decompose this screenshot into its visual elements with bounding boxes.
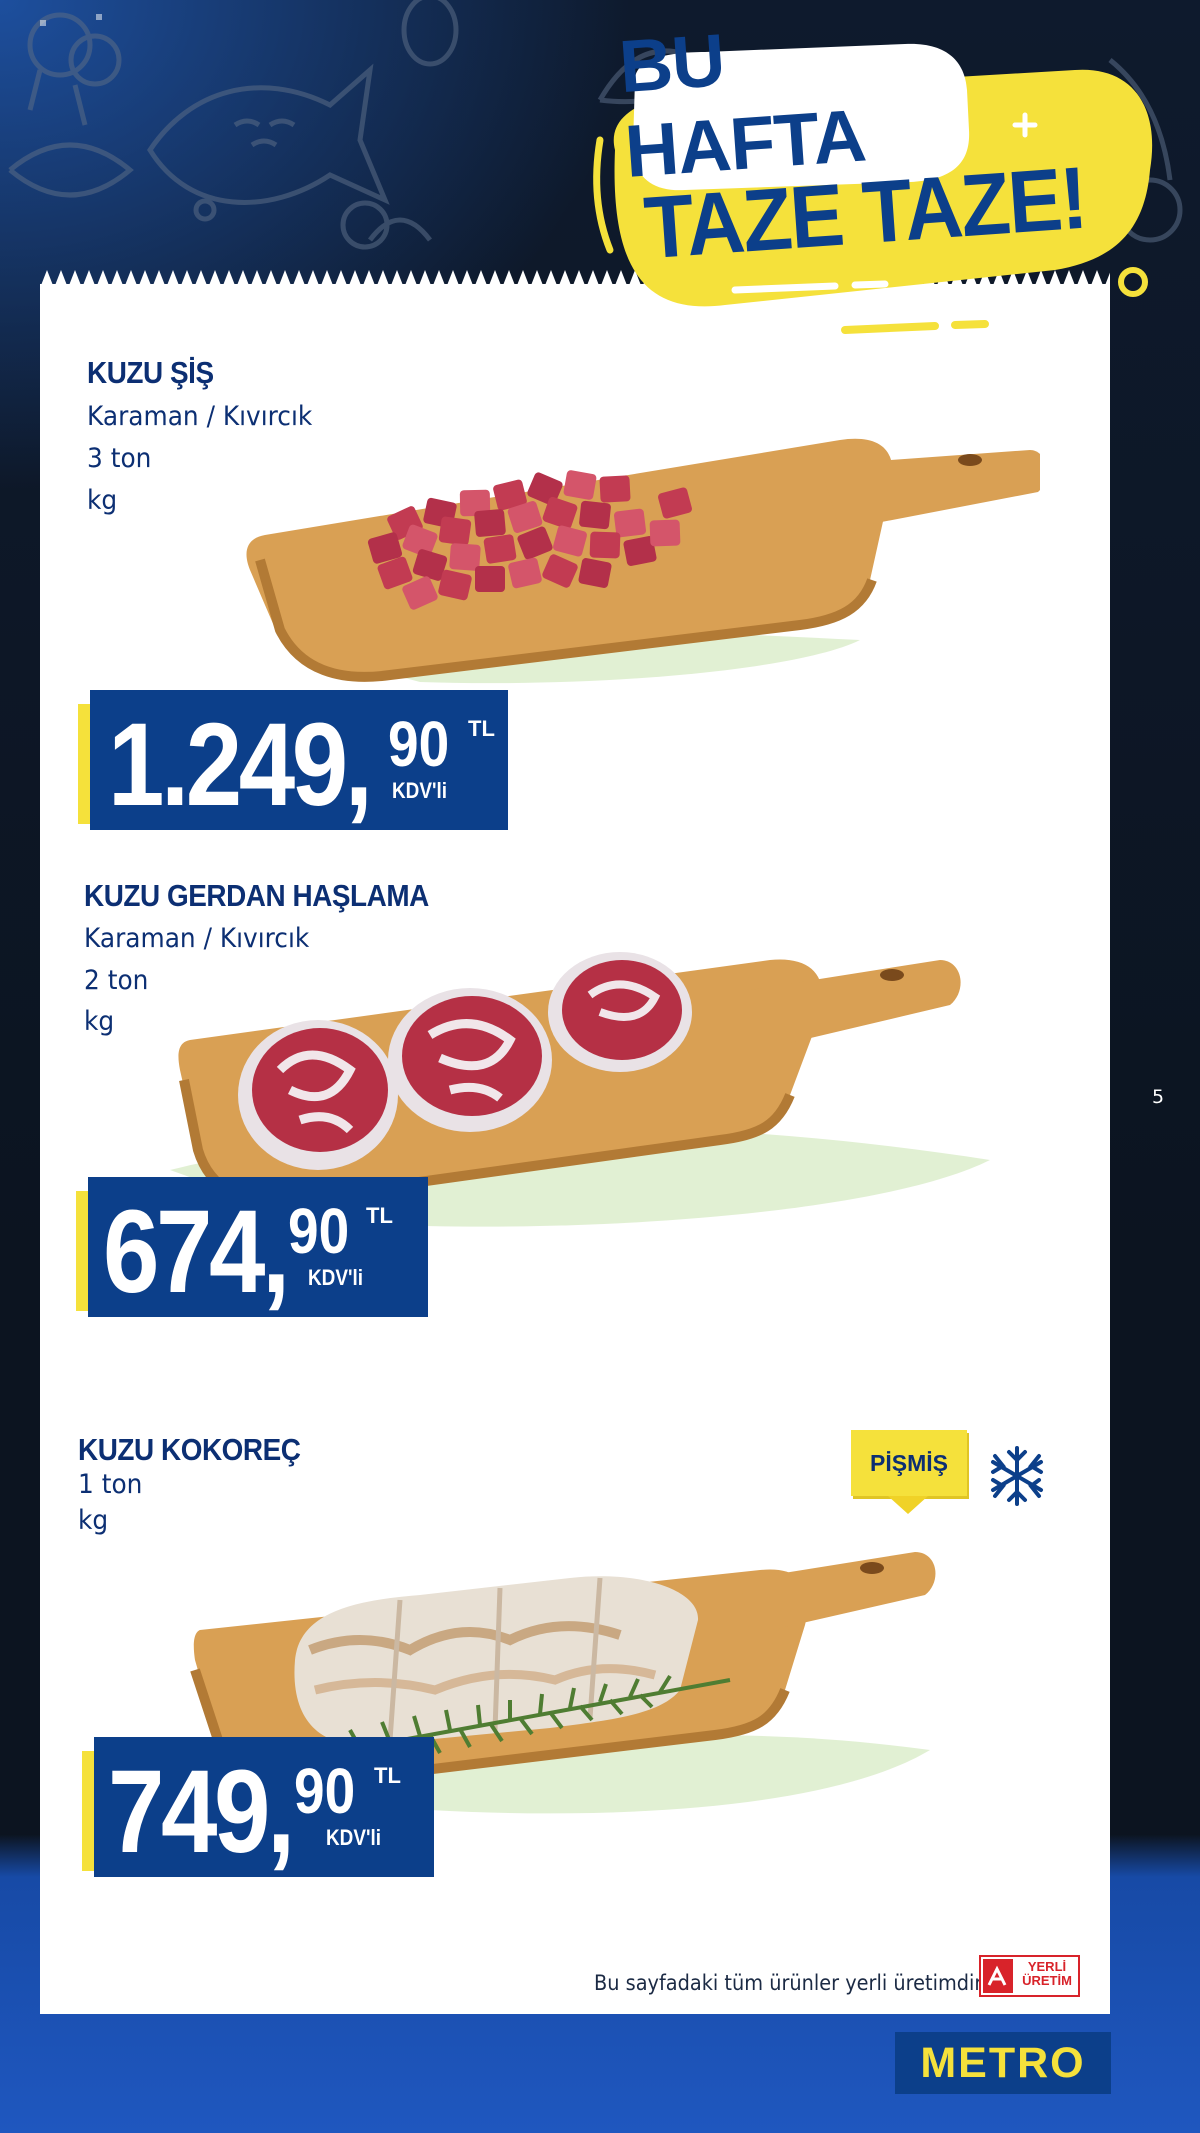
product-detail-volume: 1 ton [78,1469,143,1500]
diced-lamb-image [246,438,1040,684]
price-main: 1.249, [108,699,373,831]
product-title: KUZU GERDAN HAŞLAMA [84,878,429,913]
meat-cube [483,534,517,564]
price-tax-note: KDV'li [308,1265,363,1290]
product-title: KUZU KOKOREÇ [78,1432,301,1467]
badge-line2: ÜRETİM [1022,1973,1072,1988]
cooked-badge-pointer [888,1496,928,1514]
page-number: 5 [1152,1086,1165,1108]
snowflake-icon [991,1446,1043,1506]
header-line1: BU HAFTA [616,18,868,194]
meat-cube [438,516,472,546]
meat-cube [563,470,597,500]
product-detail-unit: kg [78,1505,109,1536]
meat-cube [599,475,631,503]
badge-line1: YERLİ [1027,1959,1067,1974]
price-decimals: 90 [288,1195,350,1267]
product-detail-volume: 3 ton [87,443,152,474]
price-main: 749, [108,1746,295,1878]
metro-logo: METRO [895,2032,1111,2094]
price-currency: TL [374,1763,401,1788]
price-main: 674, [103,1186,290,1318]
price-decimals: 90 [294,1755,356,1827]
product-detail-unit: kg [84,1006,115,1037]
meat-cube [579,500,611,530]
product-detail-unit: kg [87,485,118,516]
price-tax-note: KDV'li [326,1825,381,1850]
local-production-badge-label: YERLİ ÜRETİM [1017,1960,1077,1988]
cooked-badge: PİŞMİŞ [851,1430,967,1496]
price-currency: TL [366,1203,393,1228]
price-decimals: 90 [388,708,450,780]
price-tax-note: KDV'li [392,778,447,803]
product-title: KUZU ŞİŞ [87,355,214,390]
meat-cube [649,519,681,547]
price-currency: TL [468,716,495,741]
meat-cube [475,566,505,592]
meat-cube [449,543,481,571]
footer-note: Bu sayfadaki tüm ürünler yerli üretimdir… [594,1971,987,1995]
meat-cube [474,509,506,537]
meat-cube [589,531,621,559]
product-detail-volume: 2 ton [84,965,149,996]
